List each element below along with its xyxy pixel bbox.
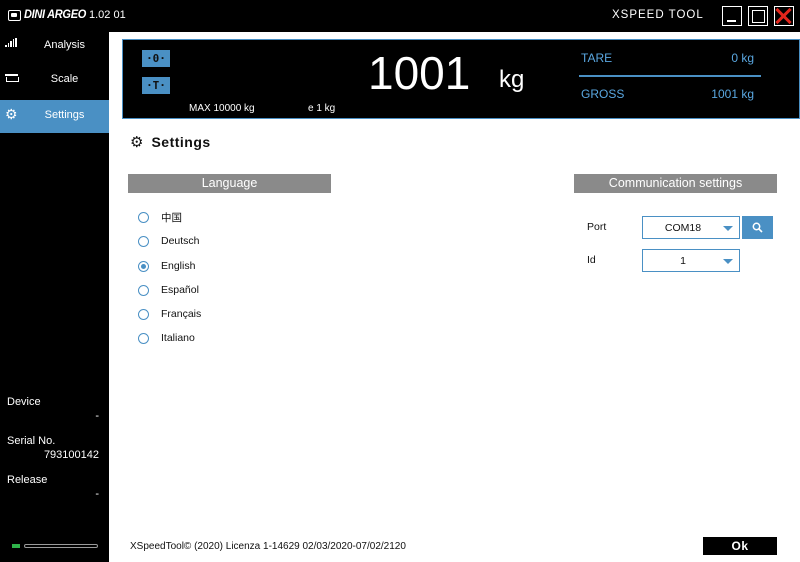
release-value: -: [95, 488, 99, 500]
radio-button[interactable]: [138, 284, 149, 296]
brand-logo: DINI ARGEO: [8, 8, 86, 22]
language-label: English: [161, 260, 196, 272]
scale-division: e 1 kg: [308, 103, 336, 114]
device-value: -: [95, 410, 99, 422]
max-capacity: MAX 10000 kg: [189, 103, 255, 114]
sidebar-item-settings[interactable]: ⚙ Settings: [0, 100, 109, 133]
app-window: DINI ARGEO 1.02 01 XSPEED TOOL Analysis …: [0, 0, 800, 562]
language-section-header: Language: [128, 174, 331, 193]
app-name: XSPEED TOOL: [612, 9, 704, 21]
language-option-francais[interactable]: Français: [138, 306, 201, 322]
sidebar: Analysis Scale ⚙ Settings Device - Seria…: [0, 32, 109, 562]
radio-button[interactable]: [138, 308, 149, 320]
id-label: Id: [587, 254, 596, 266]
language-option-chinese[interactable]: 中国: [138, 209, 182, 225]
port-search-button[interactable]: [742, 216, 773, 239]
language-label: Français: [161, 308, 202, 320]
language-label: 中国: [161, 211, 182, 224]
close-button[interactable]: [774, 6, 794, 26]
license-text: XSpeedTool© (2020) Licenza 1-14629 02/03…: [130, 541, 406, 552]
release-info: Release -: [7, 474, 99, 500]
scale-icon: [5, 72, 19, 84]
radio-button-selected[interactable]: [138, 260, 149, 272]
tare-button[interactable]: ·T·: [142, 77, 170, 94]
serial-info: Serial No. 793100142: [7, 435, 99, 461]
app-version: 1.02 01: [89, 9, 126, 21]
language-option-english[interactable]: English: [138, 258, 195, 274]
net-weight-value: 1001: [368, 47, 471, 99]
serial-label: Serial No.: [7, 435, 56, 447]
divider: [579, 75, 761, 77]
page-header: ⚙ Settings: [130, 133, 211, 151]
port-select[interactable]: COM18: [642, 216, 740, 239]
radio-button[interactable]: [138, 332, 149, 344]
chevron-down-icon: [723, 259, 733, 264]
gear-icon: ⚙: [5, 106, 18, 122]
gross-value: 1001 kg: [711, 87, 754, 101]
language-option-espanol[interactable]: Español: [138, 282, 199, 298]
maximize-button[interactable]: [748, 6, 768, 26]
id-value: 1: [680, 255, 686, 267]
weight-unit: kg: [499, 66, 525, 93]
tare-value: 0 kg: [731, 51, 754, 65]
communication-section-header: Communication settings: [574, 174, 777, 193]
id-select[interactable]: 1: [642, 249, 740, 272]
port-label: Port: [587, 221, 607, 233]
ok-button[interactable]: Ok: [703, 537, 777, 555]
language-label: Italiano: [161, 332, 195, 344]
device-label: Device: [7, 396, 41, 408]
minimize-button[interactable]: [722, 6, 742, 26]
brand-mark-icon: [8, 9, 21, 21]
serial-value: 793100142: [43, 449, 99, 461]
gear-icon: ⚙: [130, 134, 144, 151]
sidebar-item-scale[interactable]: Scale: [0, 64, 109, 97]
language-label: Español: [161, 284, 199, 296]
language-option-deutsch[interactable]: Deutsch: [138, 233, 200, 249]
search-icon: [752, 222, 763, 233]
port-value: COM18: [664, 222, 702, 234]
sidebar-item-analysis[interactable]: Analysis: [0, 30, 109, 63]
connection-progress-bar: [24, 544, 98, 548]
release-label: Release: [7, 474, 48, 486]
title-bar: DINI ARGEO 1.02 01 XSPEED TOOL: [0, 0, 800, 32]
radio-button[interactable]: [138, 235, 149, 247]
tare-label: TARE: [581, 51, 613, 65]
device-info: Device -: [7, 396, 99, 422]
radio-button[interactable]: [138, 211, 149, 223]
sidebar-item-label: Analysis: [44, 39, 85, 51]
gross-label: GROSS: [581, 87, 625, 101]
sidebar-item-label: Scale: [50, 73, 79, 85]
language-option-italiano[interactable]: Italiano: [138, 330, 195, 346]
connection-status-led: [12, 544, 20, 548]
signal-bars-icon: [5, 38, 19, 50]
chevron-down-icon: [723, 226, 733, 231]
sidebar-item-label: Settings: [44, 109, 85, 121]
brand-name: DINI ARGEO: [24, 8, 86, 22]
page-title: Settings: [151, 134, 211, 150]
weight-display: ·0· ·T· 1001 kg MAX 10000 kg e 1 kg TARE…: [122, 39, 800, 119]
zero-button[interactable]: ·0·: [142, 50, 170, 67]
language-label: Deutsch: [161, 235, 200, 247]
